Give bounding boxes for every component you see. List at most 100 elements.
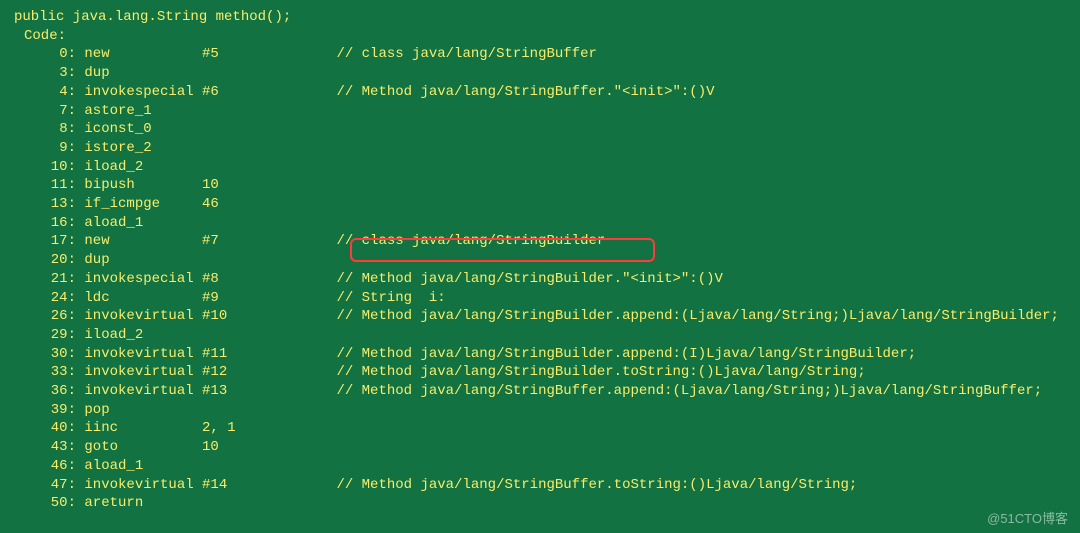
mnemonic: astore_1: [84, 102, 202, 121]
mnemonic: ldc: [84, 289, 202, 308]
offset: 29: [34, 326, 68, 345]
mnemonic: invokevirtual: [84, 476, 202, 495]
bytecode-line: 7: astore_1: [0, 102, 1080, 121]
bytecode-line: 26: invokevirtual#10// Method java/lang/…: [0, 307, 1080, 326]
comment: // Method java/lang/StringBuffer."<init>…: [336, 84, 714, 100]
offset: 50: [34, 494, 68, 513]
argument: #12: [202, 363, 336, 382]
bytecode-line: 16: aload_1: [0, 214, 1080, 233]
mnemonic: iload_2: [84, 326, 202, 345]
offset: 33: [34, 363, 68, 382]
offset: 40: [34, 419, 68, 438]
bytecode-line: 9: istore_2: [0, 139, 1080, 158]
argument: #7: [202, 232, 336, 251]
mnemonic: bipush: [84, 176, 202, 195]
watermark: @51CTO博客: [987, 508, 1068, 527]
comment: // Method java/lang/StringBuilder.append…: [336, 308, 1059, 324]
bytecode-line: 0: new#5// class java/lang/StringBuffer: [0, 45, 1080, 64]
comment: // Method java/lang/StringBuffer.append:…: [336, 383, 1042, 399]
mnemonic: areturn: [84, 494, 202, 513]
argument: 10: [202, 438, 336, 457]
offset: 30: [34, 345, 68, 364]
bytecode-line: 39: pop: [0, 401, 1080, 420]
offset: 24: [34, 289, 68, 308]
mnemonic: goto: [84, 438, 202, 457]
offset: 26: [34, 307, 68, 326]
bytecode-line: 10: iload_2: [0, 158, 1080, 177]
argument: 46: [202, 195, 336, 214]
argument: #11: [202, 345, 336, 364]
mnemonic: new: [84, 232, 202, 251]
argument: #5: [202, 45, 336, 64]
comment: // Method java/lang/StringBuffer.toStrin…: [336, 477, 857, 493]
offset: 11: [34, 176, 68, 195]
comment: // Method java/lang/StringBuilder.append…: [336, 346, 916, 362]
mnemonic: dup: [84, 64, 202, 83]
offset: 46: [34, 457, 68, 476]
bytecode-line: 50: areturn: [0, 494, 1080, 513]
bytecode-line: 40: iinc2, 1: [0, 419, 1080, 438]
comment: // String i:: [336, 290, 445, 306]
mnemonic: istore_2: [84, 139, 202, 158]
bytecode-line: 17: new#7// class java/lang/StringBuilde…: [0, 232, 1080, 251]
bytecode-line: 36: invokevirtual#13// Method java/lang/…: [0, 382, 1080, 401]
comment: // Method java/lang/StringBuilder.toStri…: [336, 364, 865, 380]
bytecode-line: 21: invokespecial#8// Method java/lang/S…: [0, 270, 1080, 289]
argument: #13: [202, 382, 336, 401]
argument: #14: [202, 476, 336, 495]
mnemonic: invokevirtual: [84, 307, 202, 326]
mnemonic: iconst_0: [84, 120, 202, 139]
method-signature: public java.lang.String method();: [0, 8, 1080, 27]
mnemonic: invokevirtual: [84, 345, 202, 364]
mnemonic: invokespecial: [84, 270, 202, 289]
mnemonic: invokespecial: [84, 83, 202, 102]
comment: // class java/lang/StringBuilder: [336, 233, 605, 249]
offset: 21: [34, 270, 68, 289]
bytecode-line: 33: invokevirtual#12// Method java/lang/…: [0, 363, 1080, 382]
argument: 2, 1: [202, 419, 336, 438]
bytecode-line: 29: iload_2: [0, 326, 1080, 345]
mnemonic: invokevirtual: [84, 382, 202, 401]
argument: #8: [202, 270, 336, 289]
bytecode-line: 30: invokevirtual#11// Method java/lang/…: [0, 345, 1080, 364]
mnemonic: dup: [84, 251, 202, 270]
offset: 16: [34, 214, 68, 233]
mnemonic: invokevirtual: [84, 363, 202, 382]
offset: 17: [34, 232, 68, 251]
bytecode-line: 11: bipush10: [0, 176, 1080, 195]
comment: // class java/lang/StringBuffer: [336, 46, 596, 62]
offset: 13: [34, 195, 68, 214]
offset: 0: [34, 45, 68, 64]
offset: 39: [34, 401, 68, 420]
mnemonic: new: [84, 45, 202, 64]
offset: 4: [34, 83, 68, 102]
bytecode-line: 46: aload_1: [0, 457, 1080, 476]
offset: 43: [34, 438, 68, 457]
bytecode-listing: 0: new#5// class java/lang/StringBuffer3…: [0, 45, 1080, 513]
bytecode-line: 47: invokevirtual#14// Method java/lang/…: [0, 476, 1080, 495]
bytecode-line: 13: if_icmpge46: [0, 195, 1080, 214]
bytecode-line: 24: ldc#9// String i:: [0, 289, 1080, 308]
bytecode-line: 8: iconst_0: [0, 120, 1080, 139]
mnemonic: aload_1: [84, 457, 202, 476]
bytecode-line: 43: goto10: [0, 438, 1080, 457]
mnemonic: aload_1: [84, 214, 202, 233]
argument: #9: [202, 289, 336, 308]
offset: 3: [34, 64, 68, 83]
offset: 8: [34, 120, 68, 139]
mnemonic: if_icmpge: [84, 195, 202, 214]
bytecode-line: 20: dup: [0, 251, 1080, 270]
argument: 10: [202, 176, 336, 195]
mnemonic: iload_2: [84, 158, 202, 177]
bytecode-line: 3: dup: [0, 64, 1080, 83]
mnemonic: iinc: [84, 419, 202, 438]
bytecode-line: 4: invokespecial#6// Method java/lang/St…: [0, 83, 1080, 102]
argument: #6: [202, 83, 336, 102]
comment: // Method java/lang/StringBuilder."<init…: [336, 271, 722, 287]
offset: 9: [34, 139, 68, 158]
mnemonic: pop: [84, 401, 202, 420]
offset: 10: [34, 158, 68, 177]
offset: 47: [34, 476, 68, 495]
code-header: Code:: [0, 27, 1080, 46]
offset: 20: [34, 251, 68, 270]
